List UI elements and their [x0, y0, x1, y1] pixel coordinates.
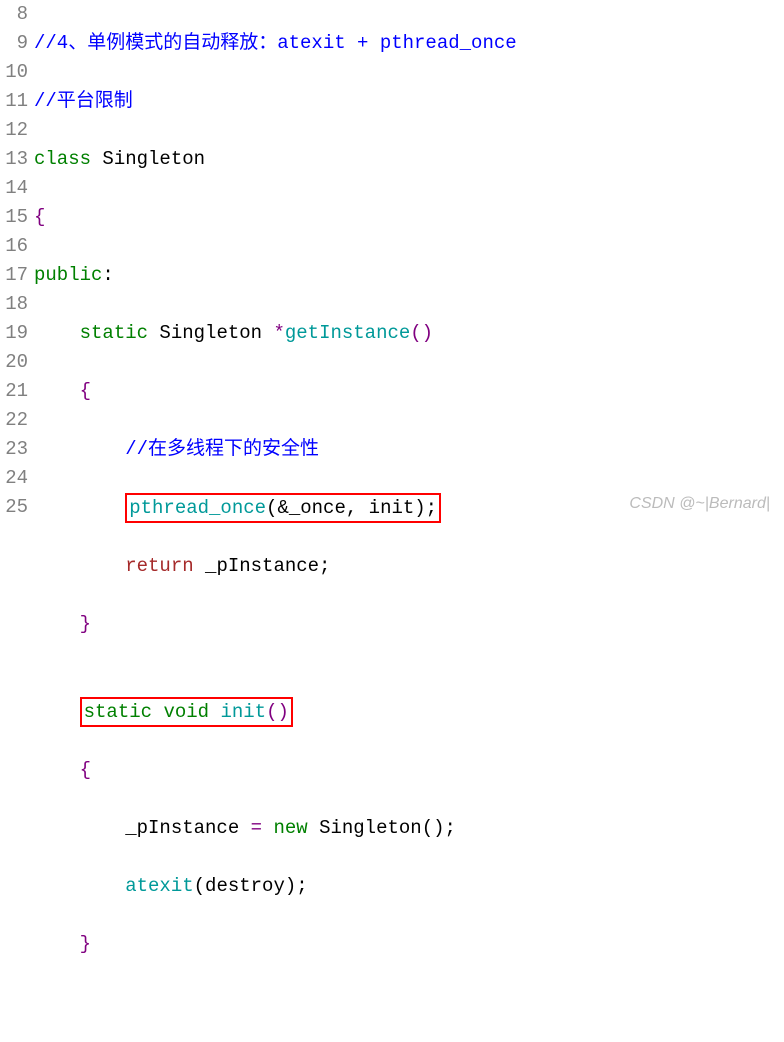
- code-line: //4、单例模式的自动释放：atexit + pthread_once: [34, 29, 784, 58]
- line-number: 19: [0, 319, 28, 348]
- keyword: class: [34, 148, 91, 170]
- keyword: void: [163, 701, 209, 723]
- keyword-return: return: [125, 555, 193, 577]
- code-line: static Singleton *getInstance(): [34, 319, 784, 348]
- brace: {: [34, 206, 45, 228]
- indent: [34, 817, 125, 839]
- indent: [34, 701, 80, 723]
- indent: [34, 438, 125, 460]
- identifier: _pInstance;: [194, 555, 331, 577]
- args: (destroy);: [194, 875, 308, 897]
- identifier: _pInstance: [125, 817, 250, 839]
- code-line: pthread_once(&_once, init);: [34, 493, 784, 523]
- indent: [34, 497, 125, 519]
- code-line: //在多线程下的安全性: [34, 435, 784, 464]
- comment: //4、单例模式的自动释放：atexit + pthread_once: [34, 32, 517, 54]
- brace: {: [80, 759, 91, 781]
- highlight-box: pthread_once(&_once, init);: [125, 493, 441, 523]
- line-number-gutter: 8 9 10 11 12 13 14 15 16 17 18 19 20 21 …: [0, 0, 34, 1042]
- code-line: //平台限制: [34, 87, 784, 116]
- keyword: public: [34, 264, 102, 286]
- type: Singleton: [148, 322, 273, 344]
- code-line: }: [34, 610, 784, 639]
- line-number: 10: [0, 58, 28, 87]
- function-call: atexit: [125, 875, 193, 897]
- identifier: Singleton: [91, 148, 205, 170]
- indent: [34, 933, 80, 955]
- line-number: 20: [0, 348, 28, 377]
- line-number: 8: [0, 0, 28, 29]
- code-line: {: [34, 756, 784, 785]
- code-line: return _pInstance;: [34, 552, 784, 581]
- operator: *: [273, 322, 284, 344]
- parens: (): [410, 322, 433, 344]
- code-line: {: [34, 377, 784, 406]
- line-number: 14: [0, 174, 28, 203]
- indent: [34, 875, 125, 897]
- line-number: 11: [0, 87, 28, 116]
- keyword: static: [80, 322, 148, 344]
- comment: //平台限制: [34, 90, 133, 112]
- code-editor: 8 9 10 11 12 13 14 15 16 17 18 19 20 21 …: [0, 0, 784, 1042]
- code-line: class Singleton: [34, 145, 784, 174]
- indent: [34, 555, 125, 577]
- line-number: 12: [0, 116, 28, 145]
- function-call: pthread_once: [129, 497, 266, 519]
- code-line: public:: [34, 261, 784, 290]
- args: (&_once, init);: [266, 497, 437, 519]
- highlight-box: static void init(): [80, 697, 293, 727]
- space: [262, 817, 273, 839]
- keyword: new: [273, 817, 307, 839]
- code-line: static void init(): [34, 697, 784, 727]
- indent: [34, 322, 80, 344]
- line-number: 25: [0, 493, 28, 522]
- space: [152, 701, 163, 723]
- brace: }: [80, 933, 91, 955]
- code-line: {: [34, 203, 784, 232]
- code-line: atexit(destroy);: [34, 872, 784, 901]
- operator: =: [251, 817, 262, 839]
- line-number: 16: [0, 232, 28, 261]
- code-line: }: [34, 930, 784, 959]
- line-number: 9: [0, 29, 28, 58]
- line-number: 21: [0, 377, 28, 406]
- code-line: _pInstance = new Singleton();: [34, 814, 784, 843]
- function-name: init: [220, 701, 266, 723]
- brace: {: [80, 380, 91, 402]
- indent: [34, 380, 80, 402]
- line-number: 17: [0, 261, 28, 290]
- line-number: 22: [0, 406, 28, 435]
- comment: //在多线程下的安全性: [125, 438, 319, 460]
- punct: :: [102, 264, 113, 286]
- indent: [34, 759, 80, 781]
- brace: }: [80, 613, 91, 635]
- line-number: 23: [0, 435, 28, 464]
- parens: (): [266, 701, 289, 723]
- space: [209, 701, 220, 723]
- function-name: getInstance: [285, 322, 410, 344]
- line-number: 24: [0, 464, 28, 493]
- code-area: //4、单例模式的自动释放：atexit + pthread_once //平台…: [34, 0, 784, 1042]
- identifier: Singleton();: [308, 817, 456, 839]
- keyword: static: [84, 701, 152, 723]
- indent: [34, 613, 80, 635]
- line-number: 15: [0, 203, 28, 232]
- line-number: 18: [0, 290, 28, 319]
- line-number: 13: [0, 145, 28, 174]
